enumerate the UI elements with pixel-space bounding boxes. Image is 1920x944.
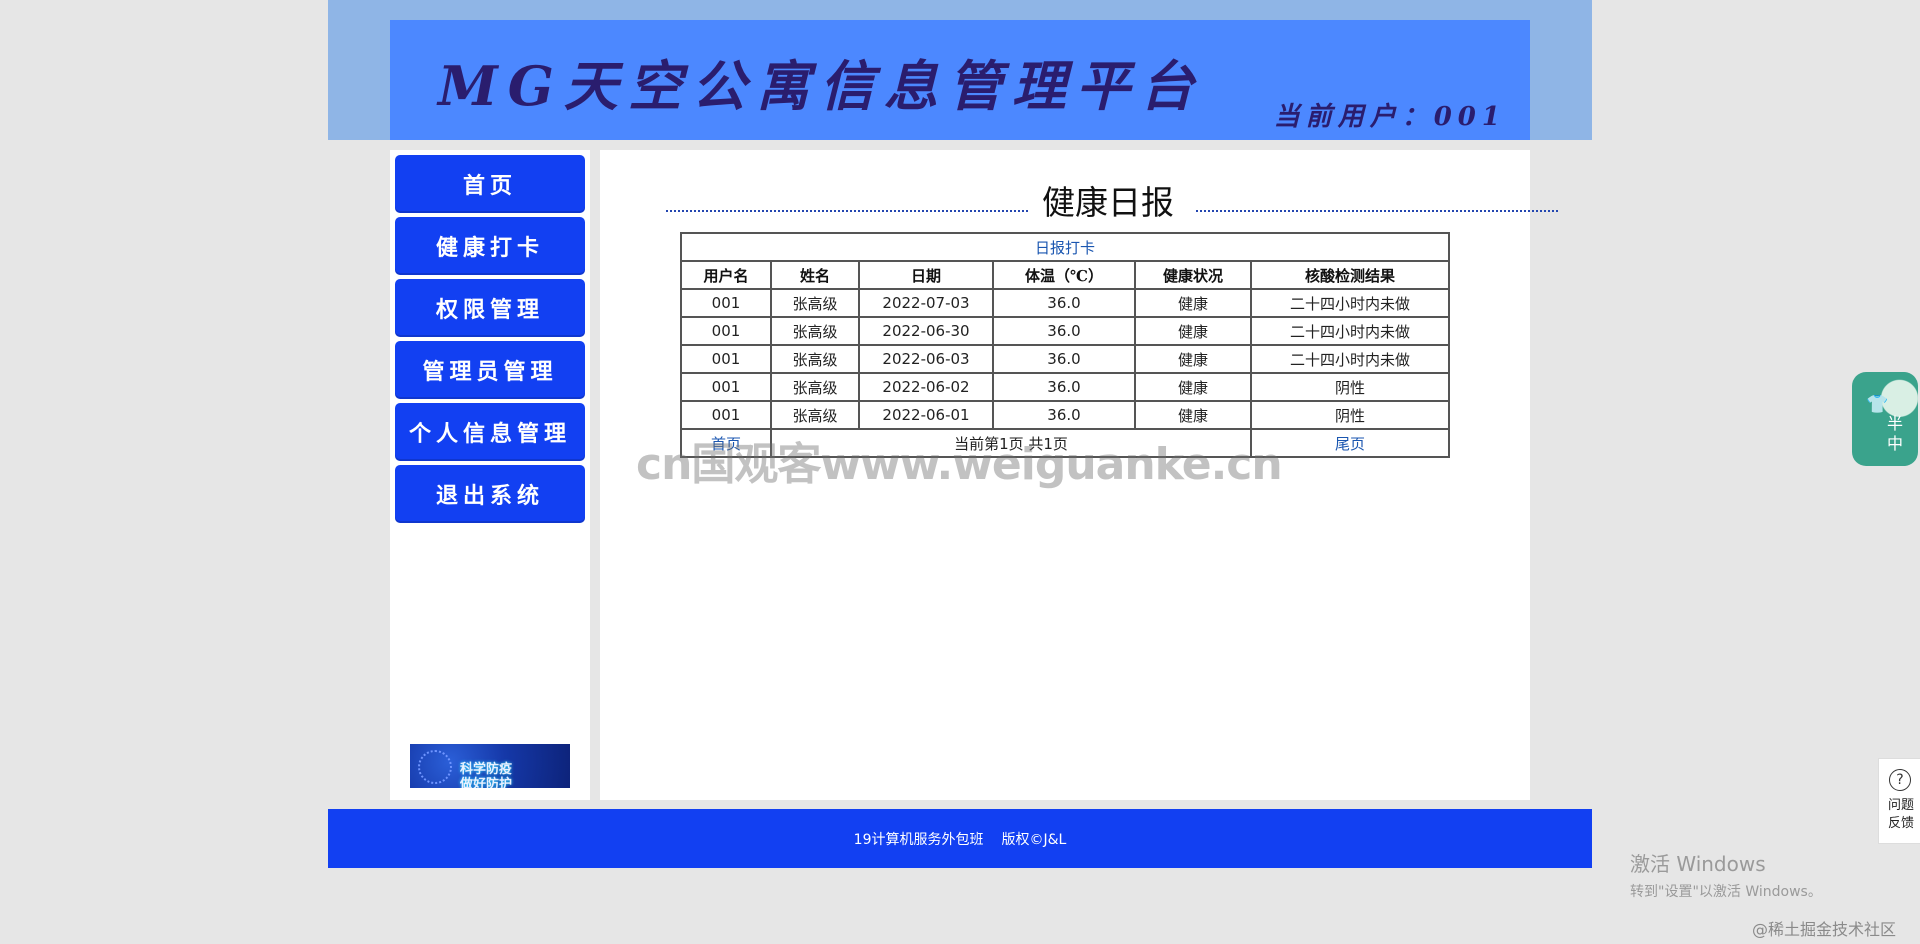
col-health-status: 健康状况 bbox=[1134, 260, 1252, 290]
cell-nucleic-test: 二十四小时内未做 bbox=[1250, 288, 1450, 318]
site-title: MG天空公寓信息管理平台 bbox=[438, 54, 1204, 118]
col-date: 日期 bbox=[858, 260, 994, 290]
cell-health-status: 健康 bbox=[1134, 344, 1252, 374]
floating-side-widget[interactable]: 👕 半 中 bbox=[1852, 372, 1918, 466]
footer-class-name: 19计算机服务外包班 bbox=[853, 831, 984, 848]
footer: 19计算机服务外包班 版权©J&L bbox=[328, 809, 1592, 868]
cell-temperature: 36.0 bbox=[992, 400, 1136, 430]
question-icon: ? bbox=[1889, 769, 1911, 791]
cell-date: 2022-06-30 bbox=[858, 316, 994, 346]
activation-hint: 转到"设置"以激活 Windows。 bbox=[1630, 884, 1822, 900]
feedback-label-line-1: 问题 bbox=[1887, 798, 1914, 813]
feedback-button[interactable]: ? 问题 反馈 bbox=[1878, 758, 1920, 844]
col-nucleic-test: 核酸检测结果 bbox=[1250, 260, 1450, 290]
cell-username: 001 bbox=[680, 288, 772, 318]
nav-logout-button[interactable]: 退出系统 bbox=[395, 465, 585, 523]
side-widget-text-2: 中 bbox=[1886, 434, 1903, 453]
promo-line-2: 做好防护 bbox=[460, 777, 513, 788]
shirt-icon: 👕 bbox=[1866, 394, 1889, 415]
cell-nucleic-test: 二十四小时内未做 bbox=[1250, 344, 1450, 374]
table-row: 001 张高级 2022-06-01 36.0 健康 阴性 bbox=[680, 400, 1450, 430]
cell-date: 2022-06-01 bbox=[858, 400, 994, 430]
feedback-label: 问题 反馈 bbox=[1883, 797, 1919, 833]
nav-profile-button[interactable]: 个人信息管理 bbox=[395, 403, 585, 461]
footer-copyright: 版权©J&L bbox=[1001, 831, 1067, 848]
virus-icon bbox=[418, 750, 452, 784]
feedback-label-line-2: 反馈 bbox=[1887, 816, 1914, 831]
cell-health-status: 健康 bbox=[1134, 288, 1252, 318]
cell-date: 2022-06-03 bbox=[858, 344, 994, 374]
table-row: 001 张高级 2022-06-30 36.0 健康 二十四小时内未做 bbox=[680, 316, 1450, 346]
windows-activation-notice: 激活 Windows 转到"设置"以激活 Windows。 bbox=[1630, 848, 1822, 901]
table-row: 001 张高级 2022-06-03 36.0 健康 二十四小时内未做 bbox=[680, 344, 1450, 374]
cell-temperature: 36.0 bbox=[992, 372, 1136, 402]
nav-permission-button[interactable]: 权限管理 bbox=[395, 279, 585, 337]
nav-home-button[interactable]: 首页 bbox=[395, 155, 585, 213]
table-caption: 日报打卡 bbox=[680, 232, 1450, 262]
epidemic-promo-banner: 科学防疫 做好防护 bbox=[410, 744, 570, 788]
cell-temperature: 36.0 bbox=[992, 316, 1136, 346]
title-divider-left bbox=[666, 210, 1028, 212]
cell-name: 张高级 bbox=[770, 316, 860, 346]
cell-name: 张高级 bbox=[770, 372, 860, 402]
cell-temperature: 36.0 bbox=[992, 344, 1136, 374]
header: MG天空公寓信息管理平台 当前用户：001 bbox=[390, 20, 1530, 140]
pagination-first-link[interactable]: 首页 bbox=[680, 428, 772, 458]
nav-admin-manage-button[interactable]: 管理员管理 bbox=[395, 341, 585, 399]
table-row: 001 张高级 2022-07-03 36.0 健康 二十四小时内未做 bbox=[680, 288, 1450, 318]
title-divider-right bbox=[1196, 210, 1558, 212]
activation-title: 激活 Windows bbox=[1630, 852, 1766, 876]
cell-username: 001 bbox=[680, 372, 772, 402]
promo-text: 科学防疫 做好防护 bbox=[460, 762, 512, 788]
pagination-last-link[interactable]: 尾页 bbox=[1250, 428, 1450, 458]
page: MG天空公寓信息管理平台 当前用户：001 首页 健康打卡 权限管理 管理员管理… bbox=[0, 0, 1920, 944]
cell-date: 2022-06-02 bbox=[858, 372, 994, 402]
cell-nucleic-test: 二十四小时内未做 bbox=[1250, 316, 1450, 346]
col-username: 用户名 bbox=[680, 260, 772, 290]
cell-health-status: 健康 bbox=[1134, 400, 1252, 430]
pagination-row: 首页 当前第1页 共1页 尾页 bbox=[680, 428, 1450, 458]
cell-nucleic-test: 阴性 bbox=[1250, 372, 1450, 402]
sidebar: 首页 健康打卡 权限管理 管理员管理 个人信息管理 退出系统 科学防疫 做好防护 bbox=[390, 150, 590, 800]
cell-name: 张高级 bbox=[770, 400, 860, 430]
pagination-info: 当前第1页 共1页 bbox=[770, 428, 1252, 458]
page-title: 健康日报 bbox=[1042, 183, 1174, 222]
main-content: 健康日报 日报打卡 用户名 姓名 日期 体温（℃） 健康状况 核酸检测结果 00… bbox=[600, 150, 1558, 800]
promo-line-1: 科学防疫 bbox=[460, 762, 513, 777]
cell-date: 2022-07-03 bbox=[858, 288, 994, 318]
cell-name: 张高级 bbox=[770, 288, 860, 318]
report-title-row: 健康日报 bbox=[666, 176, 1558, 226]
cell-temperature: 36.0 bbox=[992, 288, 1136, 318]
side-widget-text: 半 中 bbox=[1878, 414, 1912, 454]
cell-username: 001 bbox=[680, 316, 772, 346]
cell-username: 001 bbox=[680, 400, 772, 430]
table-header-row: 用户名 姓名 日期 体温（℃） 健康状况 核酸检测结果 bbox=[680, 260, 1450, 290]
col-temperature: 体温（℃） bbox=[992, 260, 1136, 290]
cell-health-status: 健康 bbox=[1134, 372, 1252, 402]
cell-username: 001 bbox=[680, 344, 772, 374]
side-widget-text-1: 半 bbox=[1886, 414, 1903, 433]
cell-health-status: 健康 bbox=[1134, 316, 1252, 346]
current-user-label: 当前用户：001 bbox=[1273, 102, 1506, 132]
nav-health-checkin-button[interactable]: 健康打卡 bbox=[395, 217, 585, 275]
col-name: 姓名 bbox=[770, 260, 860, 290]
table-row: 001 张高级 2022-06-02 36.0 健康 阴性 bbox=[680, 372, 1450, 402]
cell-nucleic-test: 阴性 bbox=[1250, 400, 1450, 430]
cell-name: 张高级 bbox=[770, 344, 860, 374]
source-watermark: @稀土掘金技术社区 bbox=[1752, 920, 1897, 939]
health-report-table: 日报打卡 用户名 姓名 日期 体温（℃） 健康状况 核酸检测结果 001 张高级… bbox=[680, 232, 1450, 458]
